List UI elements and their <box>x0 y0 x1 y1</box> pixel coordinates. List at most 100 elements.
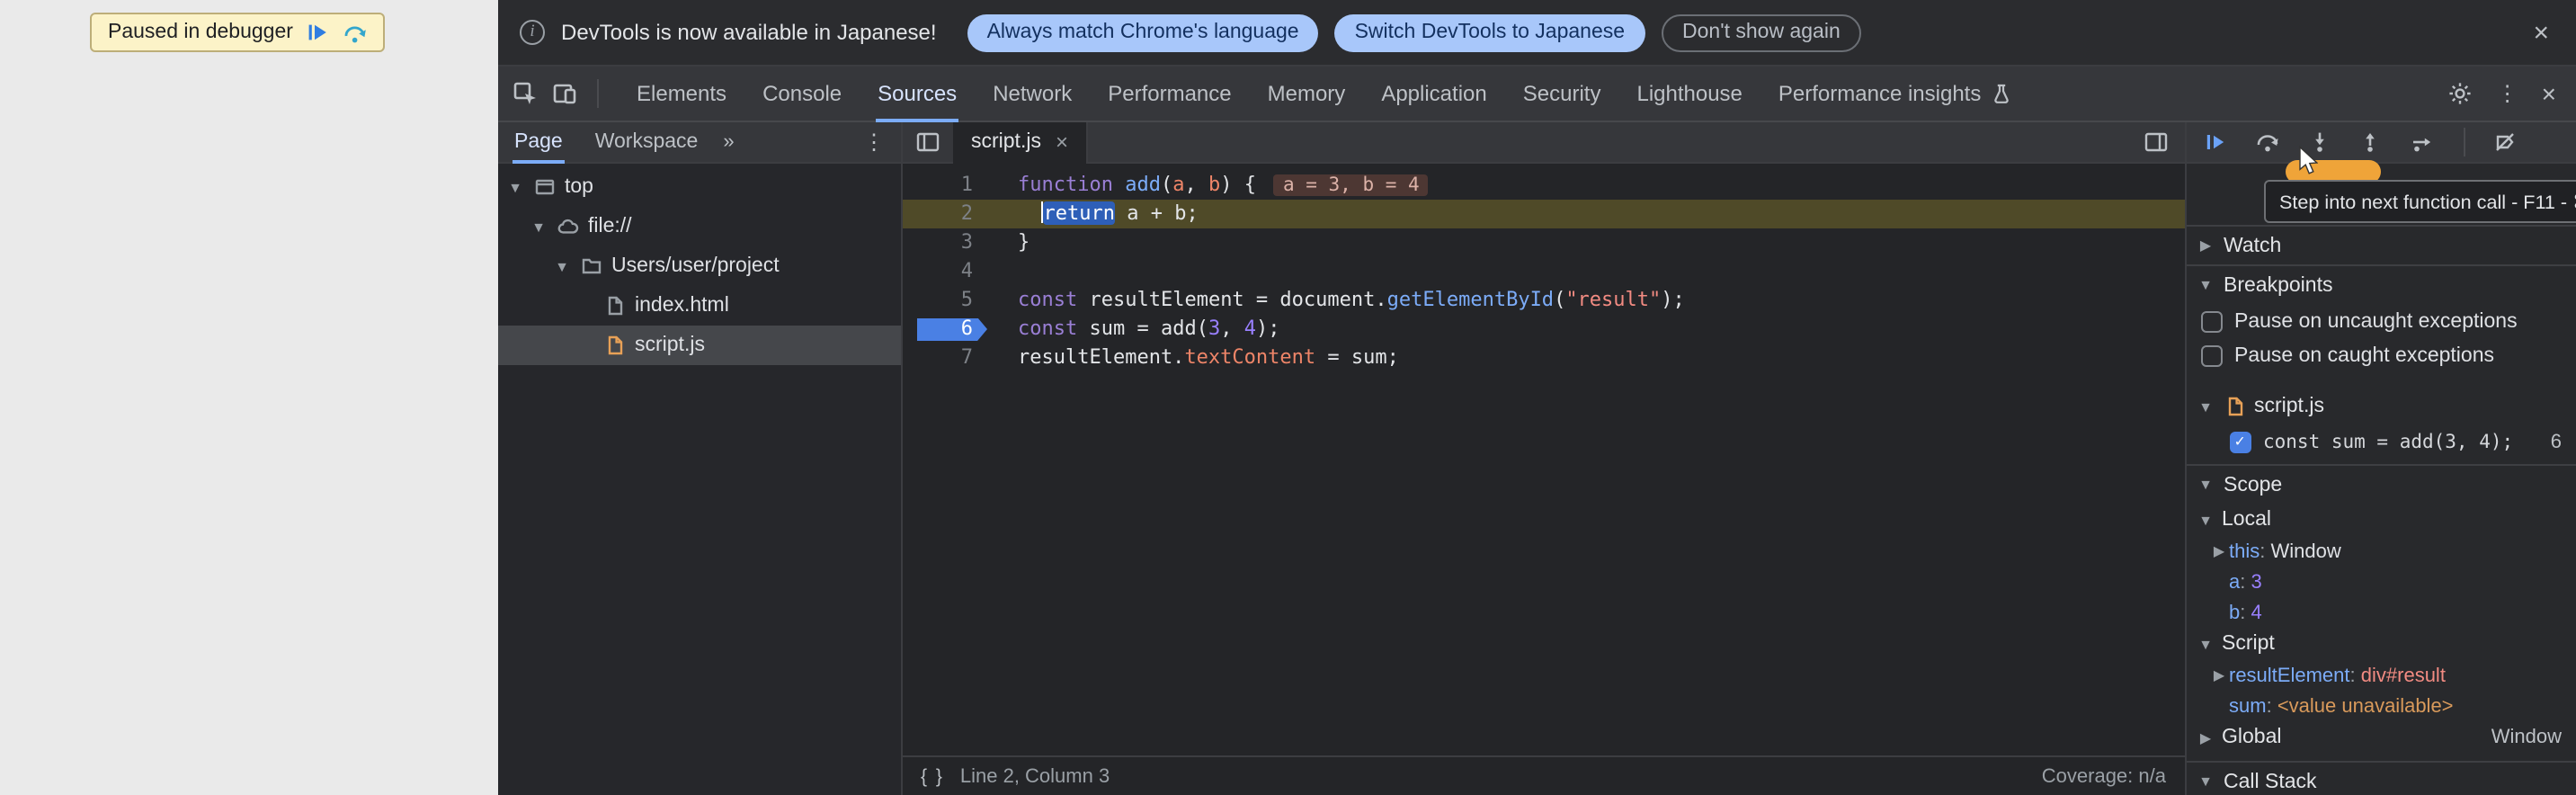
tree-item-index-html[interactable]: index.html <box>498 286 901 326</box>
pause-caught-exceptions-row[interactable]: Pause on caught exceptions <box>2186 338 2576 372</box>
tab-memory[interactable]: Memory <box>1250 66 1364 121</box>
chevron-down-icon: ▼ <box>2197 512 2215 528</box>
deactivate-breakpoints-button[interactable] <box>2493 131 2515 153</box>
experiment-flask-icon <box>1990 83 2011 104</box>
code-text[interactable]: const resultElement = document.getElemen… <box>996 286 1685 315</box>
tab-security[interactable]: Security <box>1505 66 1619 121</box>
scope-section-label: Script <box>2222 633 2275 655</box>
scope-section-local[interactable]: ▼Local <box>2186 504 2576 536</box>
code-token: ); <box>1661 288 1685 311</box>
device-toolbar-icon[interactable] <box>552 81 577 106</box>
tab-lighthouse[interactable]: Lighthouse <box>1618 66 1760 121</box>
tab-performance[interactable]: Performance <box>1090 66 1249 121</box>
scope-entry-b[interactable]: b: 4 <box>2186 597 2576 628</box>
line-number[interactable]: 4 <box>903 257 996 286</box>
tab-label: Sources <box>878 81 957 106</box>
line-number[interactable]: 3 <box>903 228 996 257</box>
line-number-text: 7 <box>961 345 973 369</box>
scope-section-global[interactable]: ▶GlobalWindow <box>2186 721 2576 754</box>
tab-application[interactable]: Application <box>1363 66 1504 121</box>
call-stack-section-header[interactable]: ▼ Call Stack <box>2186 761 2576 795</box>
navigator-tab-workspace[interactable]: Workspace <box>579 121 715 163</box>
line-number[interactable]: 1 <box>903 171 996 200</box>
sources-panel: Page Workspace » ⋮ ▼top▼file://▼Users/us… <box>498 122 2576 795</box>
navigator-tab-page[interactable]: Page <box>498 121 579 163</box>
code-token: ( <box>1554 288 1565 311</box>
code-token: add <box>1125 173 1161 196</box>
code-text[interactable]: return a + b; <box>996 200 1199 228</box>
code-line: 7 resultElement.textContent = sum; <box>903 344 2184 372</box>
coverage-label: Coverage: n/a <box>2042 765 2166 787</box>
tree-item-label: top <box>565 176 593 198</box>
checkbox-checked[interactable]: ✓ <box>2229 431 2251 452</box>
breakpoint-marker[interactable] <box>917 317 987 341</box>
tree-item-file-[interactable]: ▼file:// <box>498 207 901 246</box>
code-text[interactable] <box>996 257 1018 286</box>
line-number[interactable]: 2 <box>903 200 996 228</box>
navigator-kebab-icon[interactable]: ⋮ <box>847 130 901 155</box>
code-line: 4 <box>903 257 2184 286</box>
code-token: = sum; <box>1315 345 1399 369</box>
chevron-down-icon: ▼ <box>2197 636 2215 652</box>
scope-section-script[interactable]: ▼ Script <box>2186 628 2576 660</box>
toggle-debugger-panel-icon[interactable] <box>2130 131 2184 153</box>
breakpoint-entry[interactable]: ✓ const sum = add(3, 4); 6 <box>2186 424 2576 459</box>
breakpoints-section-header[interactable]: ▼ Breakpoints <box>2186 264 2576 304</box>
breakpoint-file-group[interactable]: ▼ script.js <box>2186 389 2576 424</box>
tab-close-icon[interactable]: × <box>1056 130 1068 155</box>
scope-entry-sum[interactable]: sum: <value unavailable> <box>2186 691 2576 721</box>
tab-performance-insights[interactable]: Performance insights <box>1760 66 2029 121</box>
line-number[interactable]: 7 <box>903 344 996 372</box>
line-number[interactable]: 6 <box>903 315 996 344</box>
toolbar-right-icons: ⋮ × <box>2429 79 2576 108</box>
tree-item-top[interactable]: ▼top <box>498 167 901 207</box>
pretty-print-icon[interactable]: { } <box>921 765 944 787</box>
code-editor[interactable]: 1function add(a, b) {a = 3, b = 42 retur… <box>903 164 2184 755</box>
more-tabs-chevron-icon[interactable]: » <box>714 131 743 153</box>
resume-script-icon[interactable] <box>308 23 329 41</box>
toggle-navigator-panel-icon[interactable] <box>903 131 953 153</box>
scope-section-header[interactable]: ▼ Scope <box>2186 464 2576 504</box>
scope-entry-a[interactable]: a: 3 <box>2186 567 2576 597</box>
scope-entry-this[interactable]: ▶this: Window <box>2186 536 2576 567</box>
property-value: <value unavailable> <box>2277 695 2454 717</box>
code-text[interactable]: function add(a, b) {a = 3, b = 4 <box>996 171 1429 200</box>
checkbox-unchecked[interactable] <box>2200 344 2222 366</box>
code-text[interactable]: const sum = add(3, 4); <box>996 315 1279 344</box>
devtools-close-icon[interactable]: × <box>2542 79 2556 108</box>
infobar-close-icon[interactable]: × <box>2527 19 2554 46</box>
step-button[interactable] <box>2409 131 2434 153</box>
code-token: b <box>1208 173 1220 196</box>
call-stack-label: Call Stack <box>2224 771 2317 792</box>
watch-section-header[interactable]: ▶ Watch <box>2186 225 2576 264</box>
property-name: resultElement <box>2229 665 2350 686</box>
line-number[interactable]: 5 <box>903 286 996 315</box>
tab-sources[interactable]: Sources <box>860 66 975 121</box>
step-out-button[interactable] <box>2358 131 2380 153</box>
step-over-overlay-icon[interactable] <box>343 22 367 42</box>
tree-item-users-user-project[interactable]: ▼Users/user/project <box>498 246 901 286</box>
editor-status-bar: { } Line 2, Column 3 Coverage: n/a <box>903 755 2184 795</box>
editor-tab-scriptjs[interactable]: script.js × <box>953 121 1088 163</box>
inspect-element-icon[interactable] <box>513 81 538 106</box>
step-over-button[interactable] <box>2254 131 2279 153</box>
tree-item-script-js[interactable]: script.js <box>498 326 901 365</box>
tab-console[interactable]: Console <box>744 66 860 121</box>
checkbox-unchecked[interactable] <box>2200 310 2222 332</box>
dont-show-again-button[interactable]: Don't show again <box>1661 13 1862 51</box>
more-options-kebab-icon[interactable]: ⋮ <box>2497 81 2518 106</box>
property-name: b <box>2229 602 2240 623</box>
file-tree: ▼top▼file://▼Users/user/projectindex.htm… <box>498 164 901 795</box>
settings-gear-icon[interactable] <box>2448 81 2473 106</box>
scope-entry-resultElement[interactable]: ▶resultElement: div#result <box>2186 660 2576 691</box>
resume-button[interactable] <box>2204 131 2225 153</box>
code-text[interactable]: resultElement.textContent = sum; <box>996 344 1399 372</box>
tab-elements[interactable]: Elements <box>619 66 744 121</box>
tab-label: Elements <box>637 81 726 106</box>
property-name: a <box>2229 571 2240 593</box>
code-text[interactable]: } <box>996 228 1030 257</box>
tab-network[interactable]: Network <box>975 66 1090 121</box>
pause-uncaught-exceptions-row[interactable]: Pause on uncaught exceptions <box>2186 304 2576 338</box>
switch-to-japanese-button[interactable]: Switch DevTools to Japanese <box>1335 13 1645 51</box>
match-language-button[interactable]: Always match Chrome's language <box>967 13 1319 51</box>
